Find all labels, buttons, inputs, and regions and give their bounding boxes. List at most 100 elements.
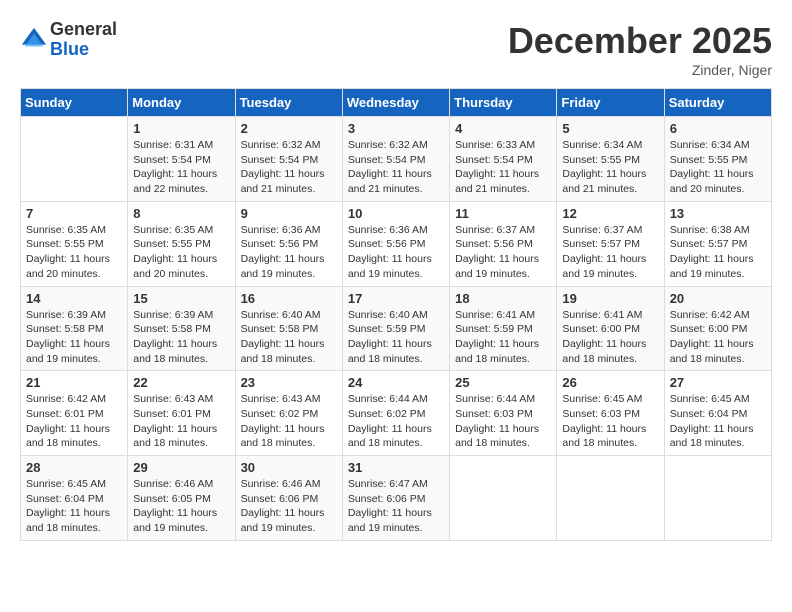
calendar-cell: 24 Sunrise: 6:44 AMSunset: 6:02 PMDayligh…: [342, 371, 449, 456]
title-block: December 2025 Zinder, Niger: [508, 20, 772, 78]
day-info: Sunrise: 6:35 AMSunset: 5:55 PMDaylight:…: [26, 223, 122, 282]
day-info: Sunrise: 6:43 AMSunset: 6:02 PMDaylight:…: [241, 392, 337, 451]
day-info: Sunrise: 6:44 AMSunset: 6:02 PMDaylight:…: [348, 392, 444, 451]
calendar-cell: 12Sunrise: 6:37 AMSunset: 5:57 PMDayligh…: [557, 201, 664, 286]
calendar-cell: 4Sunrise: 6:33 AMSunset: 5:54 PMDaylight…: [450, 117, 557, 202]
calendar-cell: 1 Sunrise: 6:31 AMSunset: 5:54 PMDaylight…: [128, 117, 235, 202]
calendar-day-header: Monday: [128, 89, 235, 117]
calendar-cell: 17 Sunrise: 6:40 AMSunset: 5:59 PMDayligh…: [342, 286, 449, 371]
calendar-cell: 27 Sunrise: 6:45 AMSunset: 6:04 PMDayligh…: [664, 371, 771, 456]
day-info: Sunrise: 6:45 AMSunset: 6:04 PMDaylight:…: [670, 392, 766, 451]
day-number: 5: [562, 121, 658, 136]
day-number: 20: [670, 291, 766, 306]
day-info: Sunrise: 6:36 AMSunset: 5:56 PMDaylight:…: [348, 223, 444, 282]
calendar-cell: 14Sunrise: 6:39 AMSunset: 5:58 PMDayligh…: [21, 286, 128, 371]
day-number: 3: [348, 121, 444, 136]
calendar-day-header: Wednesday: [342, 89, 449, 117]
day-number: 10: [348, 206, 444, 221]
day-number: 29: [133, 460, 229, 475]
calendar-cell: 7 Sunrise: 6:35 AMSunset: 5:55 PMDaylight…: [21, 201, 128, 286]
day-number: 14: [26, 291, 122, 306]
day-number: 27: [670, 375, 766, 390]
day-info: Sunrise: 6:39 AMSunset: 5:58 PMDaylight:…: [133, 308, 229, 367]
calendar-cell: 23 Sunrise: 6:43 AMSunset: 6:02 PMDayligh…: [235, 371, 342, 456]
calendar-day-header: Sunday: [21, 89, 128, 117]
day-number: 12: [562, 206, 658, 221]
logo-blue-text: Blue: [50, 40, 117, 60]
calendar-cell: 22 Sunrise: 6:43 AMSunset: 6:01 PMDayligh…: [128, 371, 235, 456]
calendar-cell: 25 Sunrise: 6:44 AMSunset: 6:03 PMDayligh…: [450, 371, 557, 456]
day-info: Sunrise: 6:31 AMSunset: 5:54 PMDaylight:…: [133, 138, 229, 197]
day-info: Sunrise: 6:41 AMSunset: 6:00 PMDaylight:…: [562, 308, 658, 367]
calendar-cell: [21, 117, 128, 202]
day-info: Sunrise: 6:40 AMSunset: 5:59 PMDaylight:…: [348, 308, 444, 367]
day-info: Sunrise: 6:44 AMSunset: 6:03 PMDaylight:…: [455, 392, 551, 451]
calendar-week-row: 28Sunrise: 6:45 AMSunset: 6:04 PMDayligh…: [21, 456, 772, 541]
calendar-cell: 21 Sunrise: 6:42 AMSunset: 6:01 PMDayligh…: [21, 371, 128, 456]
calendar-day-header: Tuesday: [235, 89, 342, 117]
calendar-day-header: Thursday: [450, 89, 557, 117]
day-number: 8: [133, 206, 229, 221]
day-info: Sunrise: 6:40 AMSunset: 5:58 PMDaylight:…: [241, 308, 337, 367]
day-number: 18: [455, 291, 551, 306]
day-number: 9: [241, 206, 337, 221]
day-number: 21: [26, 375, 122, 390]
calendar-cell: 26Sunrise: 6:45 AMSunset: 6:03 PMDayligh…: [557, 371, 664, 456]
location-subtitle: Zinder, Niger: [508, 62, 772, 78]
day-info: Sunrise: 6:46 AMSunset: 6:05 PMDaylight:…: [133, 477, 229, 536]
day-number: 25: [455, 375, 551, 390]
logo-icon: [20, 26, 48, 54]
calendar-cell: 11 Sunrise: 6:37 AMSunset: 5:56 PMDayligh…: [450, 201, 557, 286]
calendar-day-header: Friday: [557, 89, 664, 117]
day-number: 2: [241, 121, 337, 136]
day-info: Sunrise: 6:35 AMSunset: 5:55 PMDaylight:…: [133, 223, 229, 282]
logo: General Blue: [20, 20, 117, 60]
day-number: 15: [133, 291, 229, 306]
day-info: Sunrise: 6:46 AMSunset: 6:06 PMDaylight:…: [241, 477, 337, 536]
logo-general-text: General: [50, 20, 117, 40]
calendar-header-row: SundayMondayTuesdayWednesdayThursdayFrid…: [21, 89, 772, 117]
calendar-week-row: 21 Sunrise: 6:42 AMSunset: 6:01 PMDayligh…: [21, 371, 772, 456]
day-info: Sunrise: 6:32 AMSunset: 5:54 PMDaylight:…: [348, 138, 444, 197]
day-number: 4: [455, 121, 551, 136]
day-info: Sunrise: 6:34 AMSunset: 5:55 PMDaylight:…: [562, 138, 658, 197]
month-title: December 2025: [508, 20, 772, 62]
calendar-cell: [450, 456, 557, 541]
calendar-cell: 18 Sunrise: 6:41 AMSunset: 5:59 PMDayligh…: [450, 286, 557, 371]
calendar-cell: 28Sunrise: 6:45 AMSunset: 6:04 PMDayligh…: [21, 456, 128, 541]
calendar-cell: [557, 456, 664, 541]
day-info: Sunrise: 6:36 AMSunset: 5:56 PMDaylight:…: [241, 223, 337, 282]
calendar-cell: 5 Sunrise: 6:34 AMSunset: 5:55 PMDaylight…: [557, 117, 664, 202]
calendar-table: SundayMondayTuesdayWednesdayThursdayFrid…: [20, 88, 772, 541]
day-number: 16: [241, 291, 337, 306]
day-info: Sunrise: 6:37 AMSunset: 5:56 PMDaylight:…: [455, 223, 551, 282]
day-info: Sunrise: 6:42 AMSunset: 6:00 PMDaylight:…: [670, 308, 766, 367]
day-number: 24: [348, 375, 444, 390]
calendar-cell: 29 Sunrise: 6:46 AMSunset: 6:05 PMDayligh…: [128, 456, 235, 541]
calendar-cell: 20 Sunrise: 6:42 AMSunset: 6:00 PMDayligh…: [664, 286, 771, 371]
page-header: General Blue December 2025 Zinder, Niger: [20, 20, 772, 78]
day-number: 13: [670, 206, 766, 221]
day-number: 11: [455, 206, 551, 221]
day-number: 23: [241, 375, 337, 390]
day-info: Sunrise: 6:34 AMSunset: 5:55 PMDaylight:…: [670, 138, 766, 197]
day-info: Sunrise: 6:38 AMSunset: 5:57 PMDaylight:…: [670, 223, 766, 282]
calendar-cell: 16 Sunrise: 6:40 AMSunset: 5:58 PMDayligh…: [235, 286, 342, 371]
calendar-cell: 31Sunrise: 6:47 AMSunset: 6:06 PMDayligh…: [342, 456, 449, 541]
day-info: Sunrise: 6:45 AMSunset: 6:03 PMDaylight:…: [562, 392, 658, 451]
day-number: 30: [241, 460, 337, 475]
calendar-cell: 19 Sunrise: 6:41 AMSunset: 6:00 PMDayligh…: [557, 286, 664, 371]
day-number: 19: [562, 291, 658, 306]
day-info: Sunrise: 6:42 AMSunset: 6:01 PMDaylight:…: [26, 392, 122, 451]
day-info: Sunrise: 6:41 AMSunset: 5:59 PMDaylight:…: [455, 308, 551, 367]
calendar-cell: 8 Sunrise: 6:35 AMSunset: 5:55 PMDaylight…: [128, 201, 235, 286]
day-number: 28: [26, 460, 122, 475]
day-info: Sunrise: 6:43 AMSunset: 6:01 PMDaylight:…: [133, 392, 229, 451]
day-number: 6: [670, 121, 766, 136]
day-number: 17: [348, 291, 444, 306]
calendar-cell: 13 Sunrise: 6:38 AMSunset: 5:57 PMDayligh…: [664, 201, 771, 286]
calendar-cell: [664, 456, 771, 541]
day-number: 7: [26, 206, 122, 221]
day-number: 1: [133, 121, 229, 136]
day-number: 22: [133, 375, 229, 390]
